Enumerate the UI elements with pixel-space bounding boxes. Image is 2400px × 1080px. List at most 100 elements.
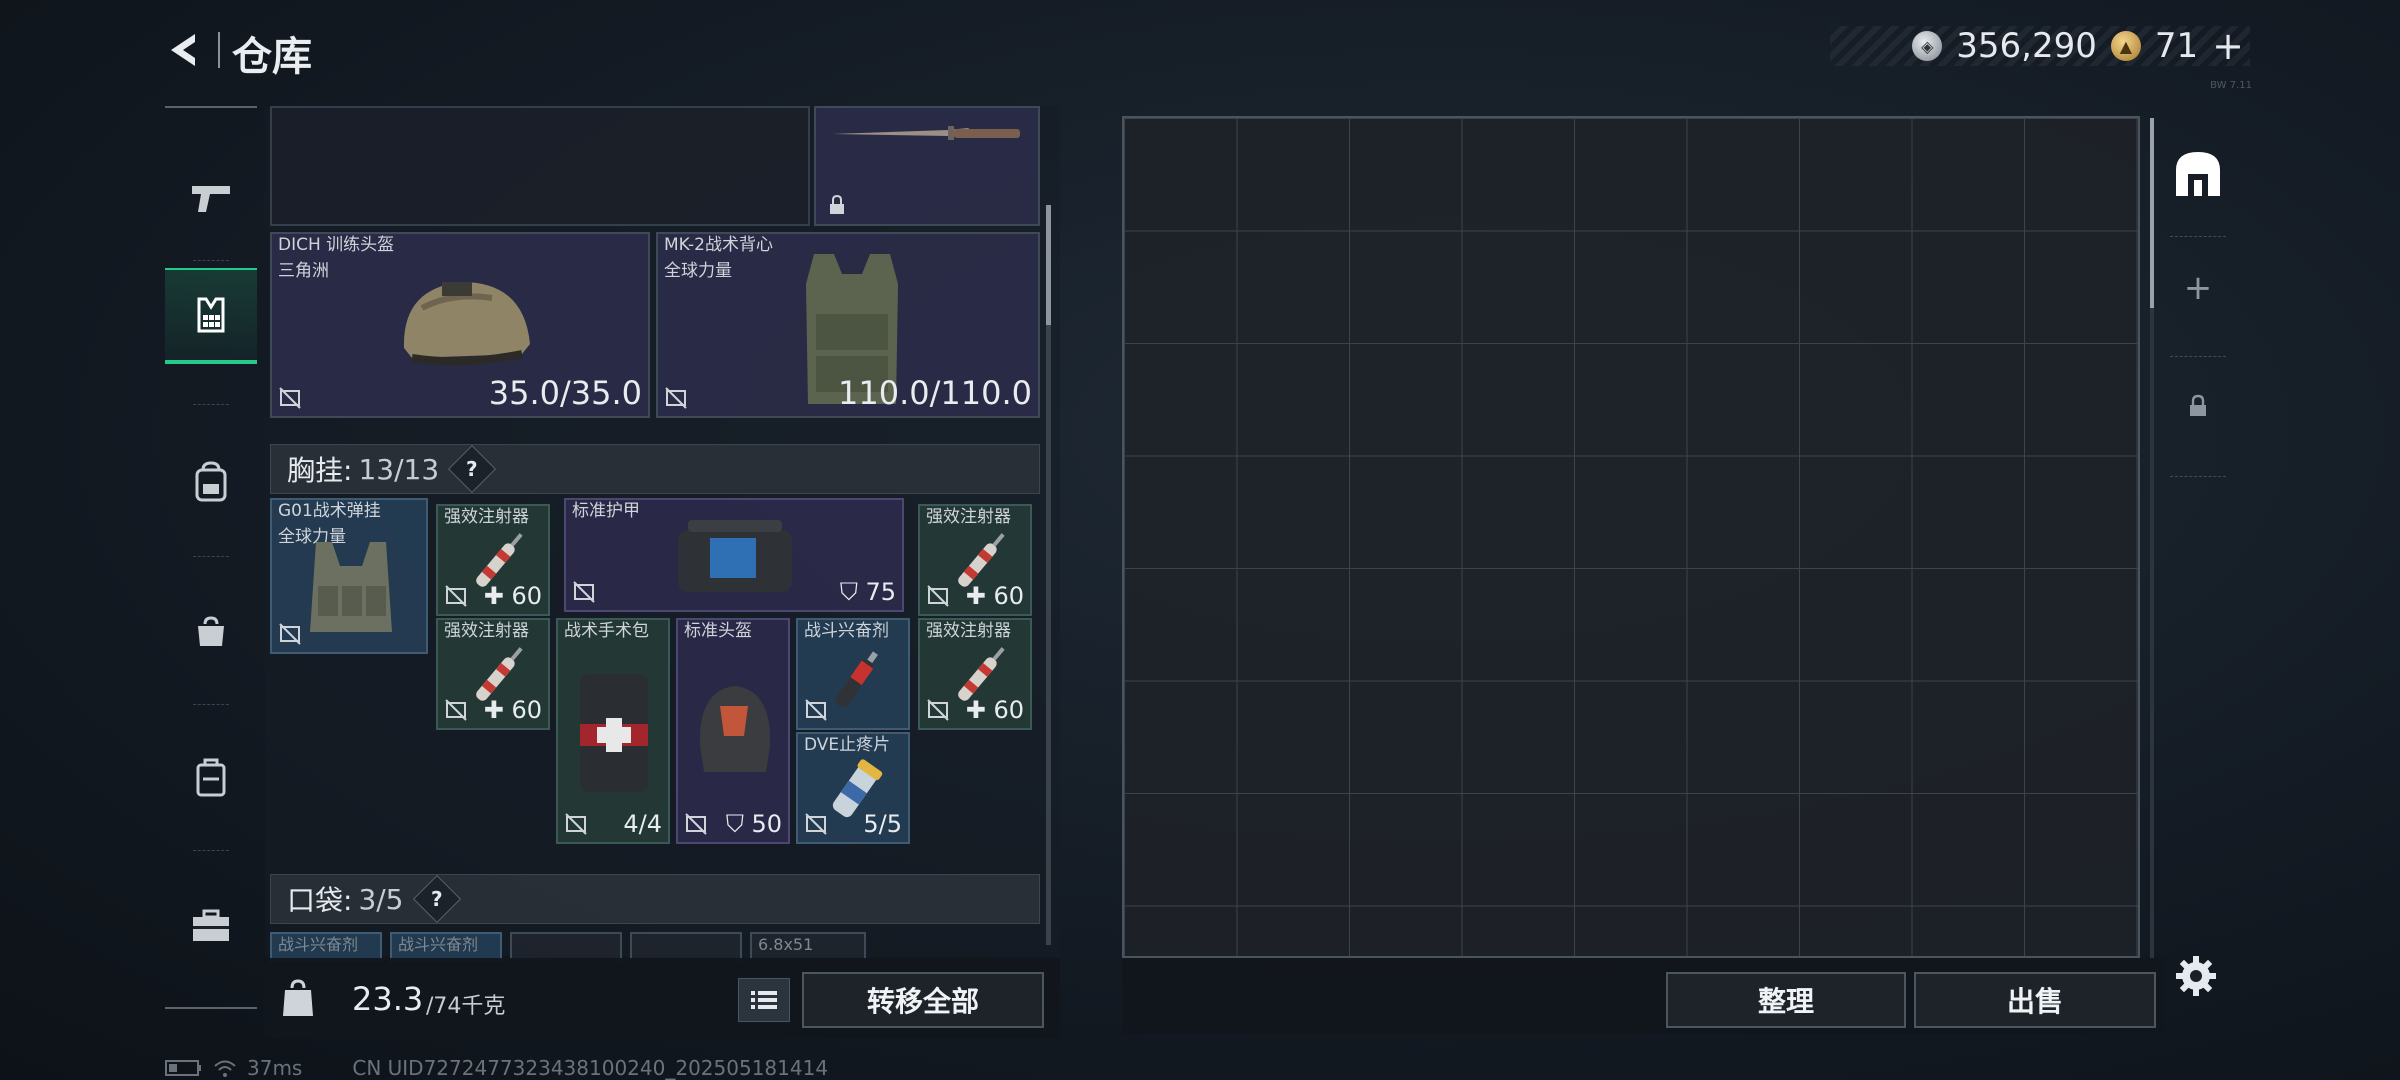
- no-sell-icon: [279, 387, 301, 409]
- helmet-name: DICH 训练头盔: [278, 235, 395, 255]
- uid-label: CN UID7272477323438100240_202505181414: [352, 1056, 829, 1080]
- pockets-label: 口袋:: [287, 884, 353, 917]
- pistol-icon: [192, 186, 230, 212]
- armor-value: ⛉ 75: [839, 578, 896, 606]
- rig-item-standard-armor[interactable]: 标准护甲 ⛉ 75: [564, 498, 904, 612]
- helmet-durability: 35.0/35.0: [488, 374, 642, 412]
- item-name: 战斗兴奋剂: [278, 935, 359, 954]
- storage-tab-add[interactable]: +: [2162, 258, 2234, 318]
- uses-value: 4/4: [623, 810, 662, 838]
- helmet-icon: [699, 686, 771, 772]
- help-icon: ?: [466, 456, 478, 481]
- armor-brand: 全球力量: [664, 261, 732, 281]
- item-name: 战斗兴奋剂: [398, 935, 479, 954]
- rig-item-painkiller[interactable]: DVE止疼片 5/5: [796, 732, 910, 844]
- item-name: 6.8x51: [758, 935, 814, 954]
- rig-item-stim-2[interactable]: 强效注射器 ✚ 60: [918, 504, 1032, 616]
- medkit-icon: [580, 674, 648, 792]
- weight-max: /74千克: [426, 994, 506, 1019]
- heal-amount: 60: [511, 582, 542, 610]
- item-name: DVE止疼片: [804, 735, 891, 755]
- rig-item-stim-4[interactable]: 强效注射器 ✚ 60: [918, 618, 1032, 730]
- rig-item-stim-3[interactable]: 强效注射器 ✚ 60: [436, 618, 550, 730]
- item-name: 标准头盔: [684, 621, 752, 641]
- armor-durability: 110.0/110.0: [838, 374, 1032, 412]
- storage-tab-locked[interactable]: [2162, 376, 2234, 436]
- chest-rig-count: 13/13: [358, 452, 440, 486]
- knife-icon: [832, 126, 1020, 140]
- pockets-help-button[interactable]: ?: [412, 874, 461, 924]
- no-sell-icon: [445, 699, 467, 721]
- heal-amount: 60: [993, 582, 1024, 610]
- heal-amount: 60: [511, 696, 542, 724]
- rig-item-standard-helmet[interactable]: 标准头盔 ⛉ 50: [676, 618, 790, 844]
- vest-icon: [197, 297, 225, 333]
- page-title: 仓库: [232, 34, 312, 80]
- item-name: 战术手术包: [564, 621, 649, 641]
- helmet-slot[interactable]: DICH 训练头盔 三角洲 35.0/35.0: [270, 232, 650, 418]
- rig-item-stim-1[interactable]: 强效注射器 ✚ 60: [436, 504, 550, 616]
- toolbox-icon: [193, 909, 229, 941]
- heal-amount: 60: [993, 696, 1024, 724]
- armor-plate-icon: [678, 520, 792, 592]
- add-currency-button[interactable]: +: [2212, 24, 2244, 68]
- no-sell-icon: [805, 813, 827, 835]
- lock-icon: [830, 194, 844, 214]
- rail-item-bag[interactable]: [165, 584, 257, 680]
- list-view-button[interactable]: [738, 978, 790, 1022]
- item-name: 强效注射器: [926, 507, 1011, 527]
- wifi-icon: [214, 1060, 236, 1077]
- helmet-brand: 三角洲: [278, 261, 329, 281]
- rail-item-case[interactable]: [165, 730, 257, 826]
- no-sell-icon: [927, 585, 949, 607]
- rail-item-gear[interactable]: [165, 268, 257, 364]
- storage-tab-main[interactable]: [2162, 142, 2234, 206]
- rail-item-weapons[interactable]: [165, 150, 257, 246]
- uses-value: 5/5: [863, 810, 902, 838]
- transfer-all-button[interactable]: 转移全部: [802, 972, 1044, 1028]
- item-name: 战斗兴奋剂: [804, 621, 889, 641]
- weight-indicator: [272, 968, 324, 1028]
- no-sell-icon: [279, 623, 301, 645]
- rig-item-surgery-kit[interactable]: 战术手术包 4/4: [556, 618, 670, 844]
- armor-slot[interactable]: MK-2战术背心 全球力量 110.0/110.0: [656, 232, 1040, 418]
- rail-item-backpack[interactable]: [165, 434, 257, 530]
- weapon-slot-primary[interactable]: [270, 106, 810, 226]
- armor-amount: 75: [865, 578, 896, 606]
- rig-item-combat-stim[interactable]: 战斗兴奋剂: [796, 618, 910, 730]
- rig-name: G01战术弹挂: [278, 501, 381, 521]
- back-button[interactable]: [160, 26, 210, 74]
- helmet-icon: [403, 282, 530, 366]
- chest-rig-slot[interactable]: G01战术弹挂 全球力量: [270, 498, 428, 654]
- chest-rig-label: 胸挂:: [287, 454, 353, 487]
- weapon-slot-melee[interactable]: [814, 106, 1040, 226]
- injector-icon: [835, 651, 878, 708]
- silver-coin-icon: ◈: [1912, 31, 1943, 61]
- storage-icon: [2176, 152, 2220, 196]
- storage-grid[interactable]: [1122, 116, 2140, 958]
- gold-amount: 71: [2154, 26, 2199, 66]
- back-arrow-icon: [171, 34, 195, 66]
- item-name: 标准护甲: [572, 501, 640, 521]
- settings-button[interactable]: [2172, 952, 2220, 1000]
- help-icon: ?: [430, 886, 443, 911]
- no-sell-icon: [573, 581, 595, 603]
- inventory-scrollbar-thumb[interactable]: [1046, 205, 1051, 325]
- backpack-icon: [195, 461, 227, 502]
- title-separator: [218, 32, 220, 68]
- version-label: BW 7.11: [2210, 80, 2252, 91]
- storage-scrollbar-thumb[interactable]: [2150, 118, 2154, 308]
- case-icon: [196, 758, 226, 797]
- pockets-count: 3/5: [358, 882, 404, 916]
- sell-button[interactable]: 出售: [1914, 972, 2156, 1028]
- silver-amount: 356,290: [1956, 26, 2097, 66]
- rail-item-toolbox[interactable]: [165, 878, 257, 974]
- item-name: 强效注射器: [444, 621, 529, 641]
- no-sell-icon: [685, 813, 707, 835]
- item-name: 强效注射器: [444, 507, 529, 527]
- organize-button[interactable]: 整理: [1666, 972, 1906, 1028]
- chest-rig-help-button[interactable]: ?: [448, 444, 497, 494]
- no-sell-icon: [805, 699, 827, 721]
- battery-icon: [165, 1060, 201, 1076]
- status-bar: 37ms CN UID7272477323438100240_202505181…: [165, 1056, 828, 1080]
